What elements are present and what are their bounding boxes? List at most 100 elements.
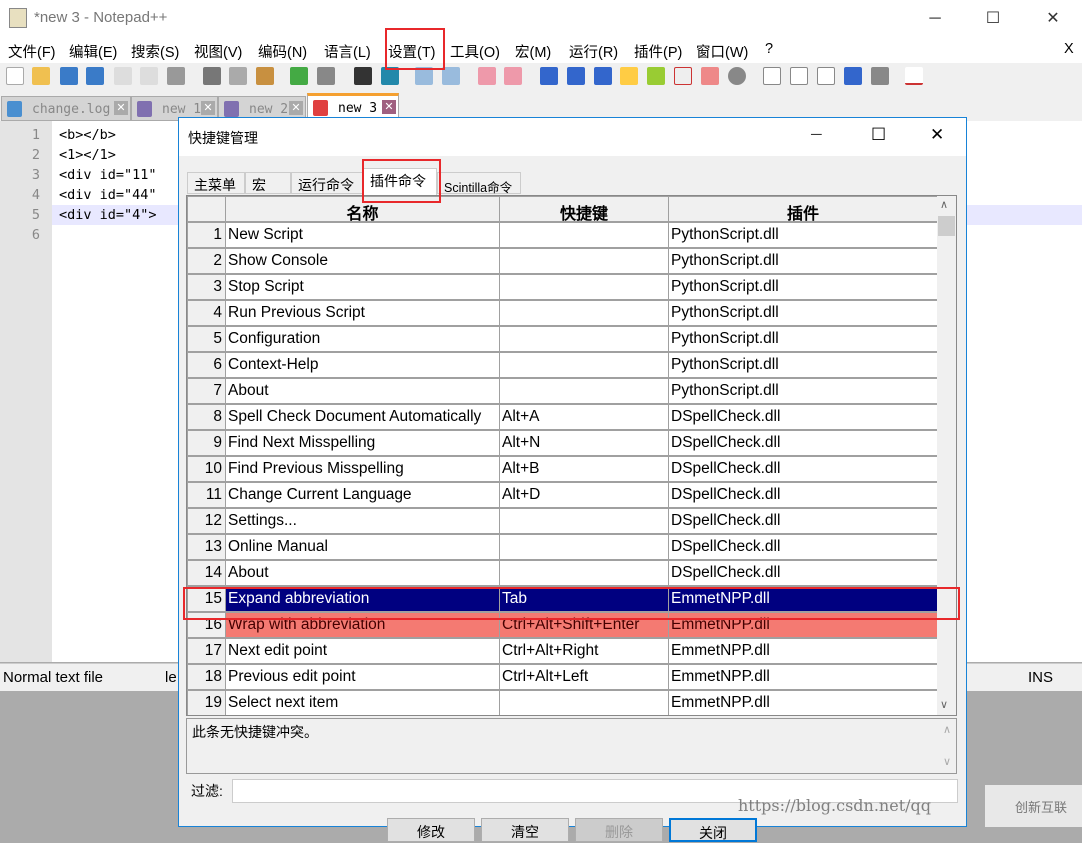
open-file-icon[interactable] [32,67,50,85]
menu-close-doc[interactable]: X [1064,41,1074,57]
redo-icon[interactable] [317,67,335,85]
show-all-chars-icon[interactable] [567,67,585,85]
folder-workspace-icon[interactable] [701,67,719,85]
table-row[interactable]: 6 Context-Help PythonScript.dll [187,352,937,378]
maximize-button[interactable]: ☐ [970,0,1016,37]
menu-window[interactable]: 窗口(W) [696,41,748,62]
menu-view[interactable]: 视图(V) [194,41,242,62]
stop-macro-icon[interactable] [790,67,808,85]
run-macro-multiple-icon[interactable] [844,67,862,85]
sync-h-icon[interactable] [504,67,522,85]
watermark-logo: 创新互联 [985,785,1082,827]
close-all-icon[interactable] [140,67,158,85]
menu-help[interactable]: ? [765,41,773,57]
tab-main-menu[interactable]: 主菜单 [187,172,245,194]
plugin-name: DSpellCheck.dll [669,509,937,533]
menu-tools[interactable]: 工具(O) [450,41,500,62]
table-row[interactable]: 17 Next edit point Ctrl+Alt+Right EmmetNPP.… [187,638,937,664]
command-name: Run Previous Script [226,301,499,325]
wrap-icon[interactable] [540,67,558,85]
modify-button[interactable]: 修改 [387,818,475,842]
table-row[interactable]: 7 About PythonScript.dll [187,378,937,404]
monitor-icon[interactable] [728,67,746,85]
menu-bar: 文件(F) 编辑(E) 搜索(S) 视图(V) 编码(N) 语言(L) 设置(T… [0,37,1082,63]
cut-icon[interactable] [203,67,221,85]
dialog-maximize-button[interactable]: ☐ [871,125,886,145]
grid-scrollbar[interactable]: ∧ ∨ [937,196,956,715]
delete-button[interactable]: 删除 [575,818,663,842]
table-row[interactable]: 5 Configuration PythonScript.dll [187,326,937,352]
tab-macro[interactable]: 宏 [245,172,291,194]
indent-guide-icon[interactable] [594,67,612,85]
notepad-app-icon [9,8,27,28]
print-icon[interactable] [167,67,185,85]
tab-close-icon[interactable]: ✕ [114,101,128,115]
doc-map-icon[interactable] [647,67,665,85]
table-row[interactable]: 12 Settings... DSpellCheck.dll [187,508,937,534]
tab-close-icon[interactable]: ✕ [289,101,303,115]
undo-icon[interactable] [290,67,308,85]
table-row[interactable]: 9 Find Next Misspelling Alt+N DSpellCheck.d… [187,430,937,456]
table-row[interactable]: 4 Run Previous Script PythonScript.dll [187,300,937,326]
shortcut-grid[interactable]: 名称 快捷键 插件 1 New Script PythonScript.dll 2 Show … [186,195,957,716]
close-file-icon[interactable] [114,67,132,85]
table-row[interactable]: 2 Show Console PythonScript.dll [187,248,937,274]
menu-file[interactable]: 文件(F) [8,41,56,62]
table-row[interactable]: 11 Change Current Language Alt+D DSpellChec… [187,482,937,508]
close-dialog-button[interactable]: 关闭 [669,818,757,842]
scroll-up-icon[interactable]: ∧ [940,198,948,211]
sync-v-icon[interactable] [478,67,496,85]
find-icon[interactable] [354,67,372,85]
menu-edit[interactable]: 编辑(E) [69,41,117,62]
save-icon[interactable] [60,67,78,85]
close-button[interactable]: ✕ [1030,0,1076,37]
table-row[interactable]: 1 New Script PythonScript.dll [187,222,937,248]
table-row[interactable]: 3 Stop Script PythonScript.dll [187,274,937,300]
menu-encoding[interactable]: 编码(N) [258,41,307,62]
play-macro-icon[interactable] [817,67,835,85]
plugin-name: PythonScript.dll [669,301,937,325]
filter-input[interactable] [232,779,958,803]
paste-icon[interactable] [256,67,274,85]
spellcheck-icon[interactable] [905,67,923,85]
save-all-icon[interactable] [86,67,104,85]
scroll-down-icon[interactable]: ∨ [940,698,948,711]
file-tab-change-log[interactable]: change.log ✕ [1,96,131,121]
tab-run-commands[interactable]: 运行命令 [291,172,363,194]
table-row[interactable]: 14 About DSpellCheck.dll [187,560,937,586]
new-file-icon[interactable] [6,67,24,85]
function-list-icon[interactable] [674,67,692,85]
saved-file-icon [224,101,239,117]
row-index: 8 [188,405,225,429]
record-macro-icon[interactable] [763,67,781,85]
menu-search[interactable]: 搜索(S) [131,41,179,62]
table-row[interactable]: 10 Find Previous Misspelling Alt+B DSpellCh… [187,456,937,482]
menu-run[interactable]: 运行(R) [569,41,618,62]
table-row[interactable]: 8 Spell Check Document Automatically Alt+A… [187,404,937,430]
menu-language[interactable]: 语言(L) [324,41,371,62]
table-row[interactable]: 18 Previous edit point Ctrl+Alt+Left EmmetN… [187,664,937,690]
row-index: 7 [188,379,225,403]
tab-close-icon[interactable]: ✕ [382,100,396,114]
column-header[interactable]: 插件 [669,197,937,221]
row-index: 5 [188,327,225,351]
plugin-name: DSpellCheck.dll [669,535,937,559]
menu-plugins[interactable]: 插件(P) [634,41,682,62]
minimize-button[interactable]: ─ [912,0,958,37]
tab-close-icon[interactable]: ✕ [201,101,215,115]
copy-icon[interactable] [229,67,247,85]
menu-macro[interactable]: 宏(M) [515,41,551,62]
clear-button[interactable]: 清空 [481,818,569,842]
dialog-minimize-button[interactable]: ─ [811,126,822,143]
scroll-thumb[interactable] [938,216,955,236]
table-row[interactable]: 13 Online Manual DSpellCheck.dll [187,534,937,560]
udl-icon[interactable] [620,67,638,85]
column-header[interactable]: 快捷键 [500,197,668,221]
dialog-close-button[interactable]: ✕ [930,125,944,145]
conflict-info-box: 此条无快捷键冲突。 ∧ ∨ [186,718,957,774]
tab-scintilla-commands[interactable]: Scintilla命令 [437,172,521,195]
save-macro-icon[interactable] [871,67,889,85]
table-row[interactable]: 19 Select next item EmmetNPP.dll [187,690,937,715]
code-line: <b></b> [59,127,116,143]
code-line: <1></1> [59,147,116,163]
